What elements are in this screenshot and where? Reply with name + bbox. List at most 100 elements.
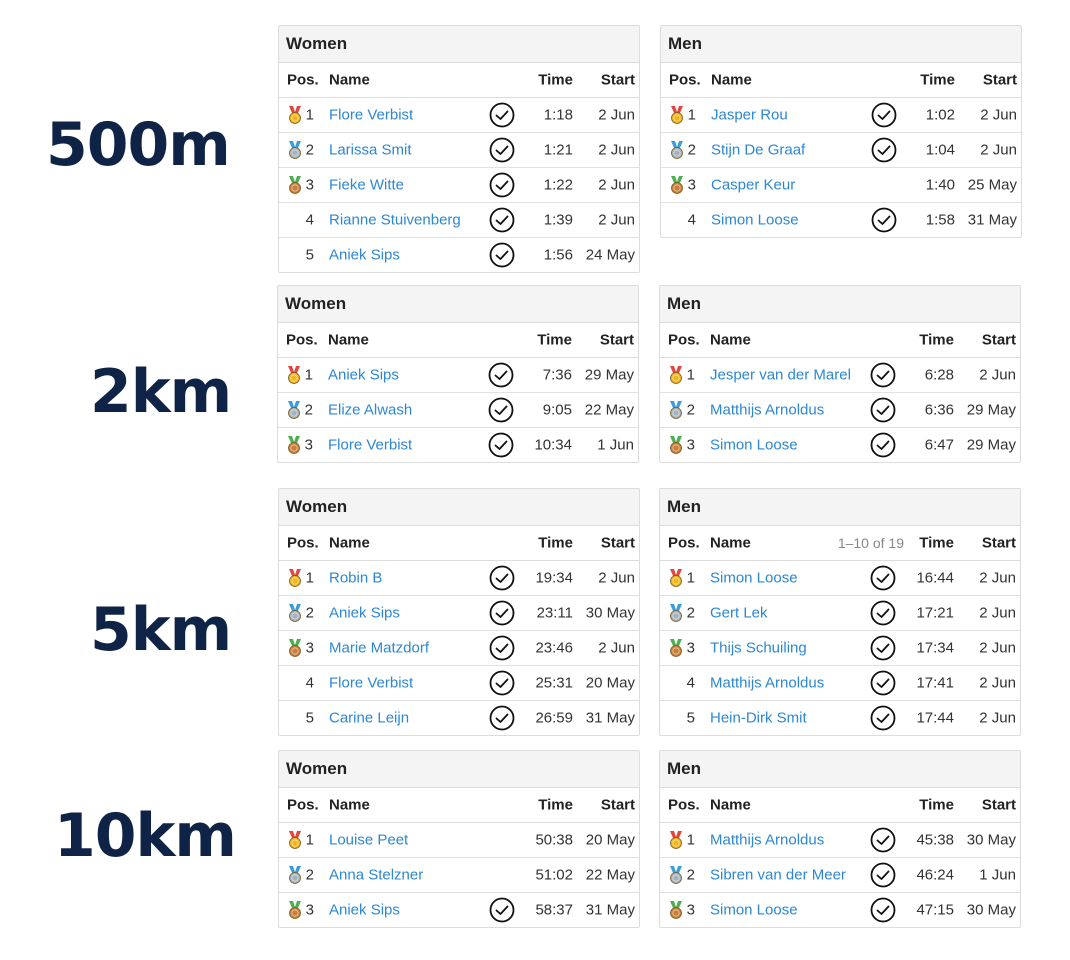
col-name-header[interactable]: Name xyxy=(329,72,370,89)
athlete-name-link[interactable]: Flore Verbist xyxy=(328,437,412,454)
table-row[interactable]: 3 Simon Loose 47:15 30 May xyxy=(660,893,1020,927)
panel-title: Women xyxy=(279,489,639,526)
athlete-name-link[interactable]: Gert Lek xyxy=(710,605,768,622)
col-pos-header[interactable]: Pos. xyxy=(669,72,701,89)
col-time-header[interactable]: Time xyxy=(538,72,573,89)
table-row[interactable]: 4 Simon Loose 1:58 31 May xyxy=(661,203,1021,237)
table-row[interactable]: 2 Sibren van der Meer 46:24 1 Jun xyxy=(660,858,1020,893)
athlete-name-link[interactable]: Louise Peet xyxy=(329,832,408,849)
col-start-header[interactable]: Start xyxy=(982,797,1016,814)
table-row[interactable]: 1 Robin B 19:34 2 Jun xyxy=(279,561,639,596)
col-start-header[interactable]: Start xyxy=(601,72,635,89)
athlete-name-link[interactable]: Elize Alwash xyxy=(328,402,412,419)
athlete-name-link[interactable]: Sibren van der Meer xyxy=(710,867,846,884)
athlete-name-link[interactable]: Casper Keur xyxy=(711,177,795,194)
col-name-header[interactable]: Name xyxy=(328,332,369,349)
col-time-header[interactable]: Time xyxy=(538,535,573,552)
col-time-header[interactable]: Time xyxy=(920,72,955,89)
panel-title: Women xyxy=(278,286,638,323)
table-row[interactable]: 1 Simon Loose 16:44 2 Jun xyxy=(660,561,1020,596)
athlete-name-link[interactable]: Simon Loose xyxy=(710,902,798,919)
athlete-name-link[interactable]: Matthijs Arnoldus xyxy=(710,832,824,849)
col-start-header[interactable]: Start xyxy=(982,332,1016,349)
start-date: 2 Jun xyxy=(979,709,1016,727)
table-row[interactable]: 3 Fieke Witte 1:22 2 Jun xyxy=(279,168,639,203)
athlete-name-link[interactable]: Aniek Sips xyxy=(329,247,400,264)
table-row[interactable]: 4 Rianne Stuivenberg 1:39 2 Jun xyxy=(279,203,639,238)
col-time-header[interactable]: Time xyxy=(919,797,954,814)
table-row[interactable]: 3 Simon Loose 6:47 29 May xyxy=(660,428,1020,462)
table-row[interactable]: 4 Flore Verbist 25:31 20 May xyxy=(279,666,639,701)
col-start-header[interactable]: Start xyxy=(982,535,1016,552)
col-start-header[interactable]: Start xyxy=(600,332,634,349)
col-name-header[interactable]: Name xyxy=(710,797,751,814)
col-pos-header[interactable]: Pos. xyxy=(668,535,700,552)
athlete-name-link[interactable]: Robin B xyxy=(329,570,382,587)
athlete-name-link[interactable]: Hein-Dirk Smit xyxy=(710,710,807,727)
athlete-name-link[interactable]: Flore Verbist xyxy=(329,675,413,692)
table-row[interactable]: 1 Aniek Sips 7:36 29 May xyxy=(278,358,638,393)
col-time-header[interactable]: Time xyxy=(919,332,954,349)
athlete-name-link[interactable]: Fieke Witte xyxy=(329,177,404,194)
table-row[interactable]: 3 Marie Matzdorf 23:46 2 Jun xyxy=(279,631,639,666)
athlete-name-link[interactable]: Simon Loose xyxy=(711,212,799,229)
athlete-name-link[interactable]: Jasper Rou xyxy=(711,107,788,124)
col-time-header[interactable]: Time xyxy=(538,797,573,814)
athlete-name-link[interactable]: Larissa Smit xyxy=(329,142,412,159)
table-row[interactable]: 2 Matthijs Arnoldus 6:36 29 May xyxy=(660,393,1020,428)
table-row[interactable]: 1 Matthijs Arnoldus 45:38 30 May xyxy=(660,823,1020,858)
athlete-name-link[interactable]: Aniek Sips xyxy=(328,367,399,384)
athlete-name-link[interactable]: Matthijs Arnoldus xyxy=(710,402,824,419)
athlete-name-link[interactable]: Simon Loose xyxy=(710,437,798,454)
col-start-header[interactable]: Start xyxy=(601,535,635,552)
col-time-header[interactable]: Time xyxy=(537,332,572,349)
athlete-name-link[interactable]: Aniek Sips xyxy=(329,902,400,919)
athlete-name-link[interactable]: Aniek Sips xyxy=(329,605,400,622)
table-row[interactable]: 5 Aniek Sips 1:56 24 May xyxy=(279,238,639,272)
col-pos-header[interactable]: Pos. xyxy=(287,535,319,552)
athlete-name-link[interactable]: Stijn De Graaf xyxy=(711,142,805,159)
table-row[interactable]: 2 Gert Lek 17:21 2 Jun xyxy=(660,596,1020,631)
table-row[interactable]: 4 Matthijs Arnoldus 17:41 2 Jun xyxy=(660,666,1020,701)
athlete-name-link[interactable]: Jesper van der Marel xyxy=(710,367,851,384)
table-row[interactable]: 1 Jasper Rou 1:02 2 Jun xyxy=(661,98,1021,133)
col-name-header[interactable]: Name xyxy=(329,535,370,552)
col-pos-header[interactable]: Pos. xyxy=(286,332,318,349)
col-pos-header[interactable]: Pos. xyxy=(287,72,319,89)
table-row[interactable]: 2 Aniek Sips 23:11 30 May xyxy=(279,596,639,631)
table-row[interactable]: 3 Aniek Sips 58:37 31 May xyxy=(279,893,639,927)
table-row[interactable]: 1 Louise Peet 50:38 20 May xyxy=(279,823,639,858)
athlete-name-link[interactable]: Flore Verbist xyxy=(329,107,413,124)
table-row[interactable]: 2 Anna Stelzner 51:02 22 May xyxy=(279,858,639,893)
table-row[interactable]: 5 Carine Leijn 26:59 31 May xyxy=(279,701,639,735)
col-pos-header[interactable]: Pos. xyxy=(668,797,700,814)
athlete-name-link[interactable]: Carine Leijn xyxy=(329,710,409,727)
table-row[interactable]: 3 Thijs Schuiling 17:34 2 Jun xyxy=(660,631,1020,666)
table-row[interactable]: 2 Larissa Smit 1:21 2 Jun xyxy=(279,133,639,168)
start-date: 2 Jun xyxy=(979,674,1016,692)
table-row[interactable]: 5 Hein-Dirk Smit 17:44 2 Jun xyxy=(660,701,1020,735)
athlete-name-link[interactable]: Simon Loose xyxy=(710,570,798,587)
athlete-name-link[interactable]: Matthijs Arnoldus xyxy=(710,675,824,692)
col-name-header[interactable]: Name xyxy=(711,72,752,89)
col-start-header[interactable]: Start xyxy=(983,72,1017,89)
col-pos-header[interactable]: Pos. xyxy=(668,332,700,349)
col-name-header[interactable]: Name xyxy=(710,332,751,349)
col-start-header[interactable]: Start xyxy=(601,797,635,814)
position-number: 2 xyxy=(686,866,695,884)
col-name-header[interactable]: Name xyxy=(710,535,751,552)
table-row[interactable]: 2 Stijn De Graaf 1:04 2 Jun xyxy=(661,133,1021,168)
athlete-name-link[interactable]: Rianne Stuivenberg xyxy=(329,212,461,229)
athlete-name-link[interactable]: Marie Matzdorf xyxy=(329,640,429,657)
table-row[interactable]: 1 Jesper van der Marel 6:28 2 Jun xyxy=(660,358,1020,393)
athlete-name-link[interactable]: Anna Stelzner xyxy=(329,867,423,884)
position-number: 4 xyxy=(305,211,314,229)
col-name-header[interactable]: Name xyxy=(329,797,370,814)
col-pos-header[interactable]: Pos. xyxy=(287,797,319,814)
table-row[interactable]: 3 Casper Keur 1:40 25 May xyxy=(661,168,1021,203)
table-row[interactable]: 3 Flore Verbist 10:34 1 Jun xyxy=(278,428,638,462)
athlete-name-link[interactable]: Thijs Schuiling xyxy=(710,640,807,657)
table-row[interactable]: 2 Elize Alwash 9:05 22 May xyxy=(278,393,638,428)
table-row[interactable]: 1 Flore Verbist 1:18 2 Jun xyxy=(279,98,639,133)
col-time-header[interactable]: Time xyxy=(919,535,954,552)
